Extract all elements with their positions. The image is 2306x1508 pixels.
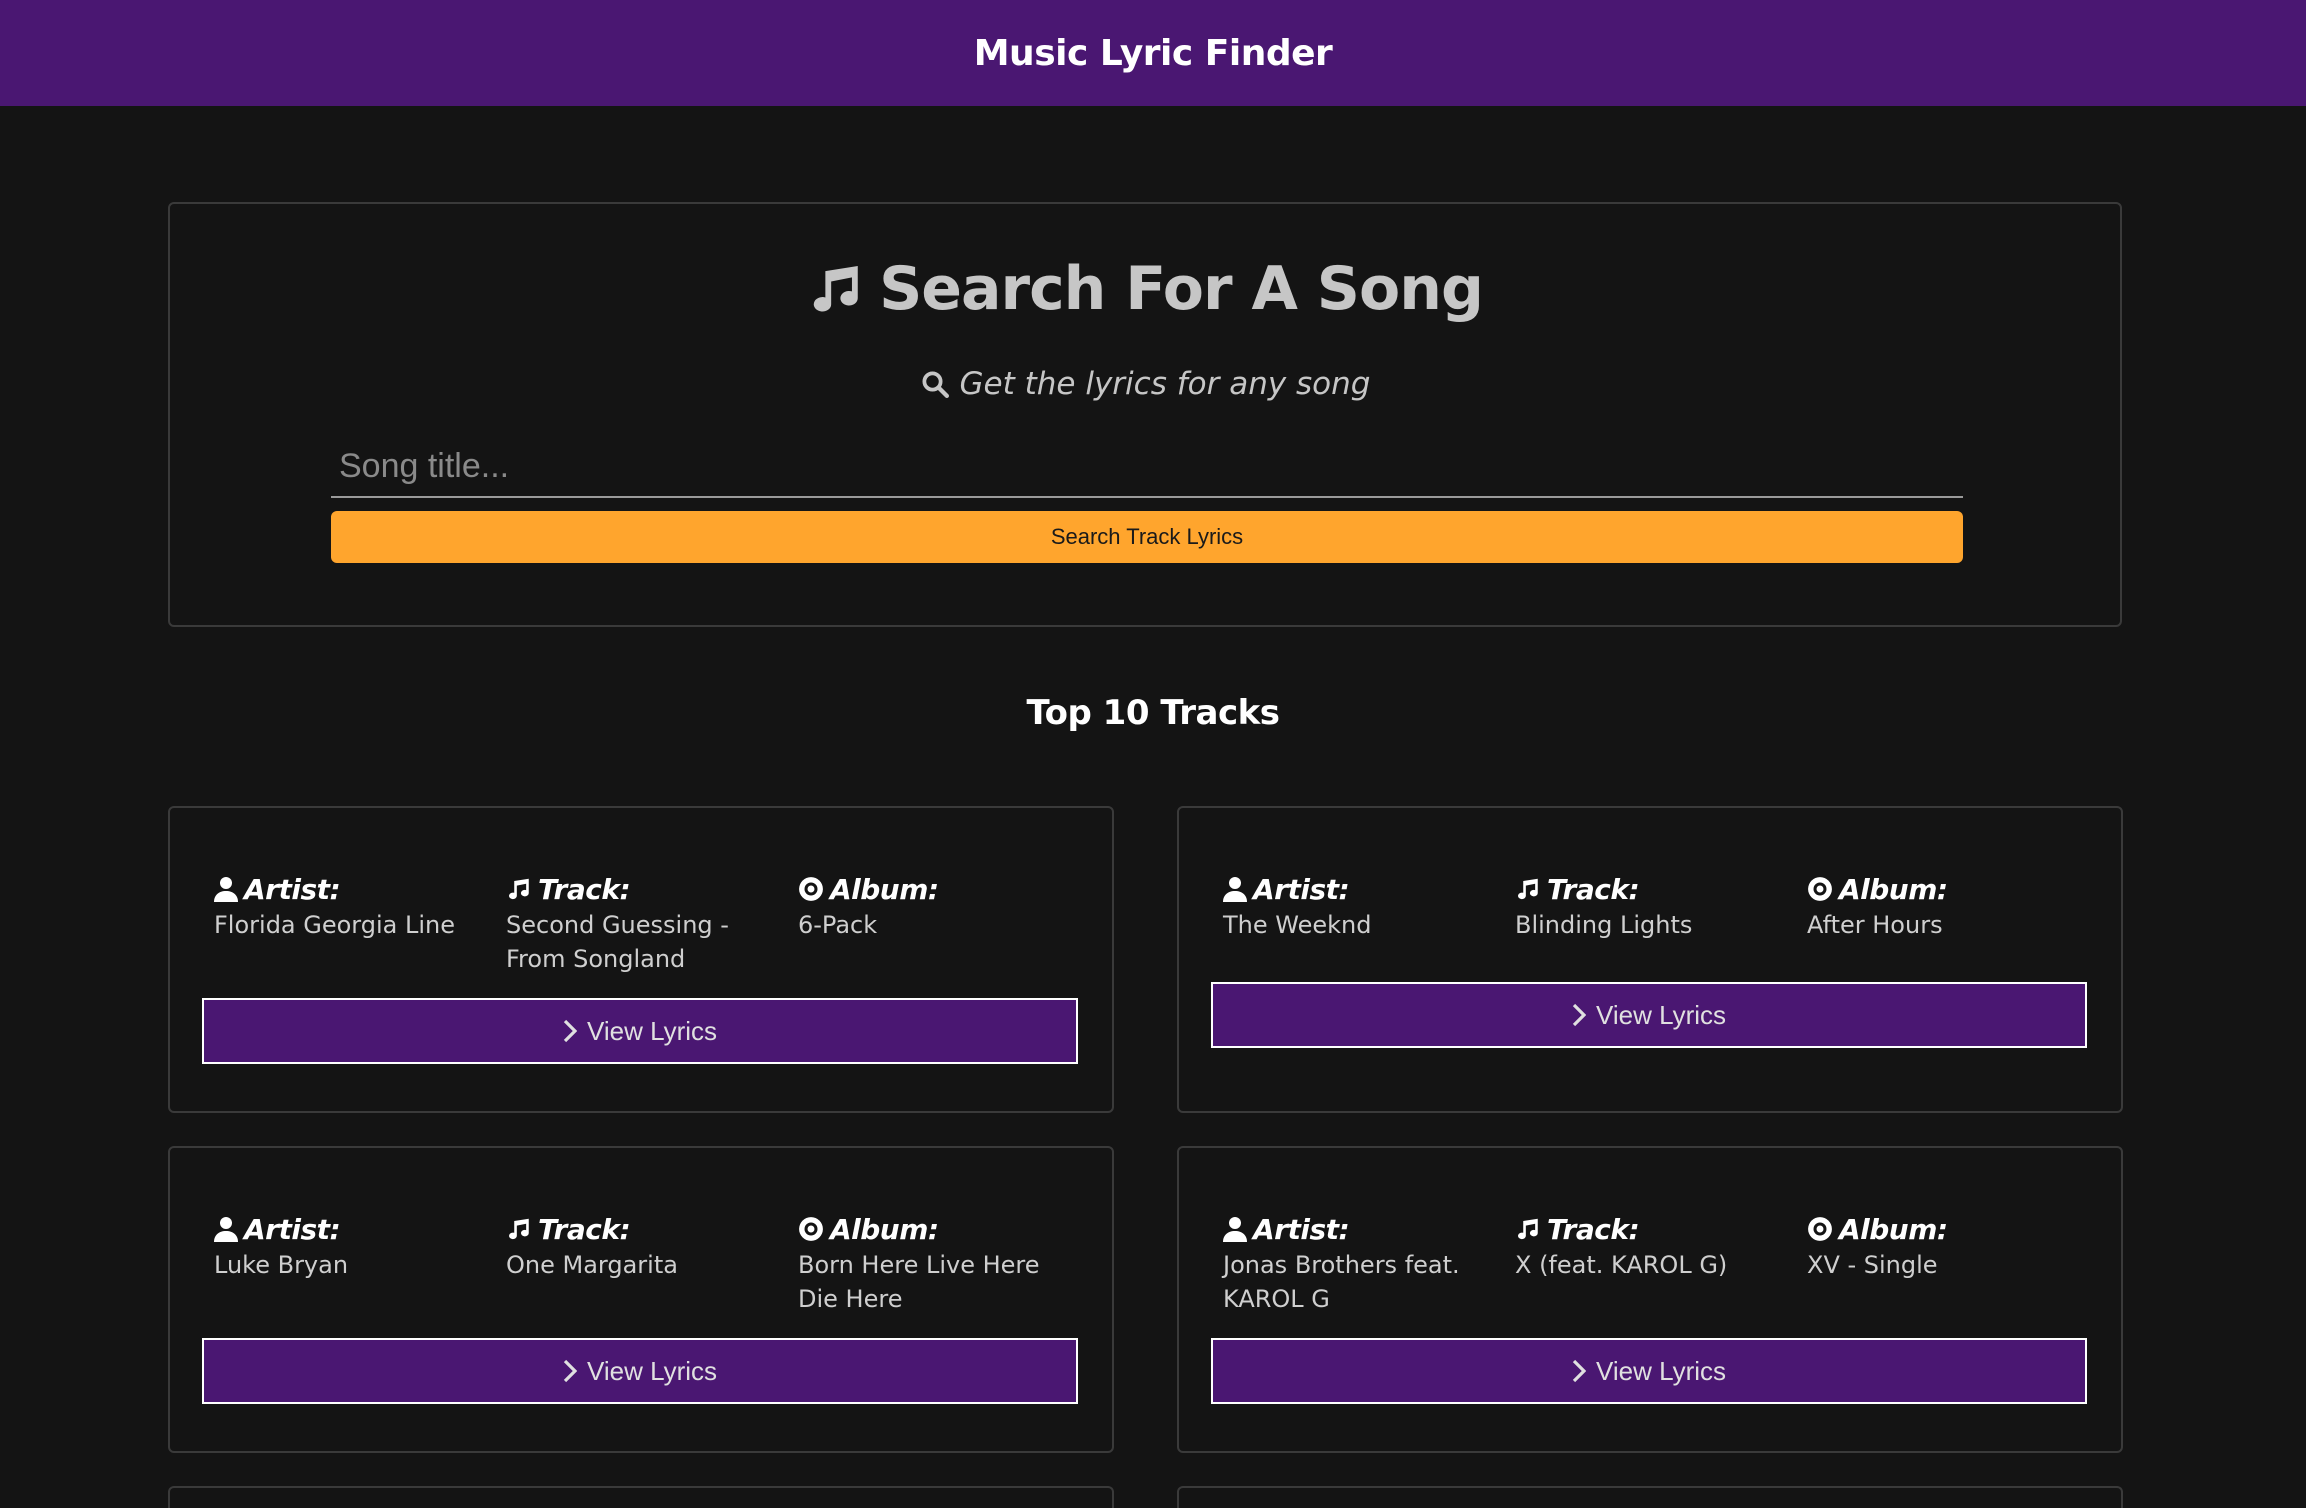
album-label: Album: (1839, 872, 1948, 906)
music-note-icon (506, 1216, 532, 1242)
search-track-lyrics-button[interactable]: Search Track Lyrics (331, 511, 1963, 563)
view-lyrics-button[interactable]: View Lyrics (1211, 1338, 2087, 1404)
track-value: Second Guessing - From Songland (506, 911, 729, 973)
view-lyrics-label: View Lyrics (1595, 999, 1727, 1030)
track-label: Track: (1547, 872, 1640, 906)
view-lyrics-button[interactable]: View Lyrics (1211, 982, 2087, 1048)
album-value: After Hours (1807, 911, 1943, 939)
view-lyrics-label: View Lyrics (586, 1015, 718, 1046)
track-card: Artist: Jonas Brothers feat. KAROL G Tra… (1177, 1146, 2123, 1453)
artist-value: The Weeknd (1223, 911, 1372, 939)
search-heading: Search For A Song (170, 254, 2120, 324)
search-card: Search For A Song Get the lyrics for any… (168, 202, 2122, 627)
record-disc-icon (1807, 1216, 1833, 1242)
user-icon (1223, 1216, 1247, 1242)
song-title-input[interactable] (331, 436, 1963, 498)
view-lyrics-button[interactable]: View Lyrics (202, 998, 1078, 1064)
artist-field: Artist: Jonas Brothers feat. KAROL G (1223, 1210, 1503, 1316)
user-icon (1223, 876, 1247, 902)
album-value: XV - Single (1807, 1251, 1938, 1279)
album-label: Album: (830, 872, 939, 906)
view-lyrics-label: View Lyrics (586, 1355, 718, 1386)
track-card (168, 1486, 1114, 1508)
chevron-right-icon (563, 1019, 577, 1043)
artist-field: Artist: The Weeknd (1223, 870, 1503, 942)
artist-field: Artist: Luke Bryan (214, 1210, 494, 1282)
track-value: One Margarita (506, 1251, 678, 1279)
track-field: Track: One Margarita (506, 1210, 786, 1282)
chevron-right-icon (1572, 1003, 1586, 1027)
music-note-icon (1515, 1216, 1541, 1242)
artist-label: Artist: (244, 1212, 341, 1246)
top-tracks-title: Top 10 Tracks (1026, 693, 1280, 733)
track-card (1177, 1486, 2123, 1508)
track-card: Artist: The Weeknd Track: Blinding Light… (1177, 806, 2123, 1113)
artist-value: Florida Georgia Line (214, 911, 456, 939)
artist-value: Luke Bryan (214, 1251, 349, 1279)
track-field: Track: Blinding Lights (1515, 870, 1795, 942)
album-value: 6-Pack (798, 911, 878, 939)
search-subheading: Get the lyrics for any song (170, 366, 2120, 402)
search-subtitle: Get the lyrics for any song (959, 366, 1371, 402)
album-field: Album: Born Here Live Here Die Here (798, 1210, 1078, 1316)
track-label: Track: (1547, 1212, 1640, 1246)
record-disc-icon (798, 876, 824, 902)
app-title[interactable]: Music Lyric Finder (974, 33, 1333, 74)
track-label: Track: (538, 1212, 631, 1246)
chevron-right-icon (563, 1359, 577, 1383)
track-value: X (feat. KAROL G) (1515, 1251, 1728, 1279)
chevron-right-icon (1572, 1359, 1586, 1383)
music-note-icon (506, 876, 532, 902)
navbar: Music Lyric Finder (0, 0, 2306, 106)
track-card: Artist: Luke Bryan Track: One Margarita … (168, 1146, 1114, 1453)
artist-label: Artist: (1253, 1212, 1350, 1246)
track-field: Track: X (feat. KAROL G) (1515, 1210, 1795, 1282)
view-lyrics-button[interactable]: View Lyrics (202, 1338, 1078, 1404)
album-field: Album: After Hours (1807, 870, 2087, 942)
album-label: Album: (830, 1212, 939, 1246)
album-value: Born Here Live Here Die Here (798, 1251, 1040, 1313)
album-field: Album: 6-Pack (798, 870, 1078, 942)
artist-label: Artist: (244, 872, 341, 906)
track-label: Track: (538, 872, 631, 906)
user-icon (214, 1216, 238, 1242)
search-icon (920, 369, 950, 399)
record-disc-icon (798, 1216, 824, 1242)
artist-label: Artist: (1253, 872, 1350, 906)
view-lyrics-label: View Lyrics (1595, 1355, 1727, 1386)
track-card: Artist: Florida Georgia Line Track: Seco… (168, 806, 1114, 1113)
record-disc-icon (1807, 876, 1833, 902)
search-title: Search For A Song (879, 254, 1484, 324)
user-icon (214, 876, 238, 902)
artist-field: Artist: Florida Georgia Line (214, 870, 494, 942)
music-note-icon (807, 260, 865, 318)
music-note-icon (1515, 876, 1541, 902)
artist-value: Jonas Brothers feat. KAROL G (1223, 1251, 1460, 1313)
album-label: Album: (1839, 1212, 1948, 1246)
track-value: Blinding Lights (1515, 911, 1693, 939)
album-field: Album: XV - Single (1807, 1210, 2087, 1282)
track-field: Track: Second Guessing - From Songland (506, 870, 786, 976)
